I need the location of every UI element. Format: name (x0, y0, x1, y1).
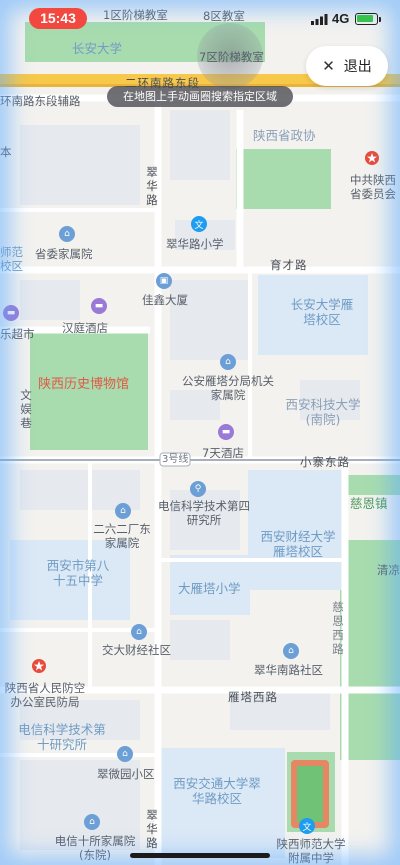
metro-line-label: 3号线 (162, 454, 189, 465)
poi-label-telecom-4: 电信科学技术第四研究所 (158, 499, 250, 527)
poi-label-fragment-shifan: 师范校区 (0, 245, 23, 273)
residential-icon[interactable]: ⌂ (115, 503, 131, 519)
battery-icon (355, 13, 378, 25)
residential-icon[interactable]: ⌂ (84, 814, 100, 830)
draw-hint: 在地图上手动画圈搜索指定区域 (107, 86, 293, 107)
map-canvas[interactable]: 二环南路东段 环南路东段辅路 翠华路 育才路 小寨东路 3号线 雁塔西路 慈恩西… (0, 0, 400, 865)
poi-label-hanting: 汉庭酒店 (62, 321, 108, 335)
poi-label-chd: 长安大学 (72, 41, 123, 56)
status-time: 15:43 (29, 8, 87, 29)
poi-label-telecom10-housing: 电信十所家属院(东院) (54, 834, 136, 862)
status-bar: 15:43 4G (0, 0, 400, 36)
poi-label-factory-262: 二六二厂东家属院 (93, 522, 151, 550)
institute-icon[interactable]: ⚲ (190, 481, 206, 497)
poi-label-museum: 陕西历史博物馆 (38, 377, 130, 392)
building-icon[interactable]: ▣ (156, 273, 172, 289)
poi-label-cppcc: 陕西省政协 (253, 128, 316, 143)
poi-label-telecom-10: 电信科学技术第十研究所 (18, 722, 106, 752)
government-icon[interactable] (364, 150, 380, 166)
government-icon[interactable] (31, 658, 47, 674)
school-icon[interactable]: 文 (191, 216, 207, 232)
poi-label-tech-south: 西安科技大学(南院) (285, 397, 361, 427)
poi-label-ciensi-town: 慈恩镇 (350, 496, 388, 511)
poi-label-school85: 西安市第八十五中学 (46, 558, 110, 588)
poi-label-jiaxin: 佳鑫大厦 (142, 293, 188, 307)
poi-label-fragment-supermarket: 乐超市 (0, 327, 35, 341)
road-label-yucai: 育才路 (270, 258, 308, 272)
road-label-ciensi: 慈恩西路 (332, 600, 344, 656)
school-icon[interactable]: 文 (299, 818, 315, 834)
poi-label-xcfe: 西安财经大学雁塔校区 (260, 529, 336, 559)
residential-icon[interactable]: ⌂ (117, 746, 133, 762)
poi-label-cuihua-south-comm: 翠华南路社区 (254, 663, 323, 677)
poi-label-dayan-primary: 大雁塔小学 (178, 581, 241, 596)
poi-label-cuihua-primary: 翠华路小学 (166, 237, 224, 251)
shop-icon[interactable]: ▬ (3, 305, 19, 321)
residential-icon[interactable]: ⌂ (220, 354, 236, 370)
poi-label-chd-yanta: 长安大学雁塔校区 (290, 297, 354, 327)
poi-label-provincial-housing: 省委家属院 (35, 247, 93, 261)
signal-icon (311, 14, 328, 25)
poi-label-ccp: 中共陕西省委员会 (350, 173, 396, 201)
poi-label-jiaocai: 交大财经社区 (102, 643, 171, 657)
poi-label-qingliang: 清凉 (377, 563, 400, 577)
exit-label: 退出 (343, 59, 372, 75)
hotel-icon[interactable]: ▬ (91, 298, 107, 314)
road-label-cuihua-north: 翠华路 (146, 165, 158, 207)
poi-label-xjtu-cuihua: 西安交通大学翠华路校区 (173, 776, 261, 806)
close-icon: ✕ (322, 57, 335, 75)
road-label-yanta-west: 雁塔西路 (228, 690, 278, 704)
home-indicator[interactable] (130, 853, 270, 858)
battery-nub (379, 17, 381, 22)
road-label-cuihua-south: 翠华路 (146, 808, 158, 850)
poi-label-police-housing: 公安雁塔分局机关家属院 (182, 374, 274, 402)
residential-icon[interactable]: ⌂ (59, 226, 75, 242)
poi-label-class7: 7区阶梯教室 (199, 50, 264, 64)
poi-label-fragment-ben: 本 (0, 145, 12, 159)
poi-label-civil-defense: 陕西省人民防空办公室民防局 (4, 681, 86, 709)
poi-label-wenyuan: 文娱巷 (20, 388, 32, 430)
network-type: 4G (332, 11, 350, 26)
residential-icon[interactable]: ⌂ (283, 643, 299, 659)
road-label-xiaozhai-east: 小寨东路 (300, 455, 350, 469)
exit-button[interactable]: ✕ 退出 (306, 46, 388, 86)
poi-label-cuiwei: 翠微园小区 (97, 767, 155, 781)
poi-label-seven-days: 7天酒店 (202, 446, 244, 460)
hotel-icon[interactable]: ▬ (218, 424, 234, 440)
poi-label-snnu-high: 陕西师范大学附属中学 (276, 837, 346, 865)
road-label-ring-aux: 环南路东段辅路 (0, 94, 81, 108)
residential-icon[interactable]: ⌂ (131, 624, 147, 640)
